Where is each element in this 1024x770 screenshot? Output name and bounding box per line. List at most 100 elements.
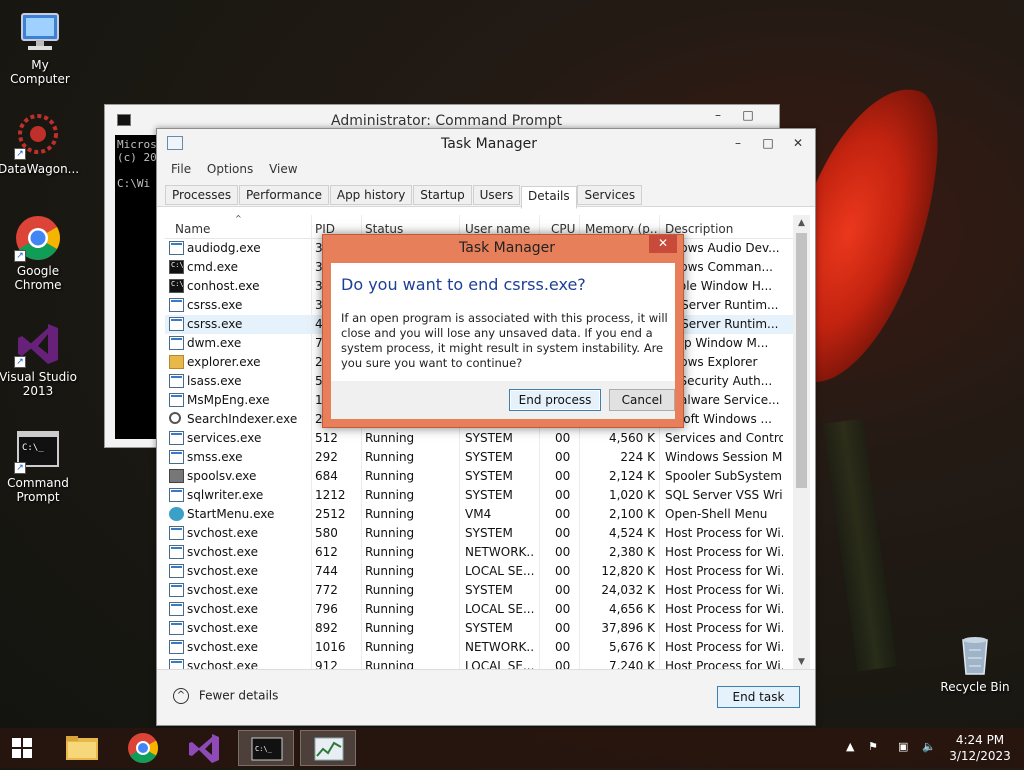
chrome-icon: ↗ [14,214,62,262]
show-hidden-icons[interactable]: ▲ [846,740,854,753]
process-pid: 2512 [315,507,346,521]
tm-minimize-button[interactable]: – [723,133,753,155]
process-name: services.exe [187,431,262,445]
datawagon-icon: ↗ [14,112,62,160]
process-status: Running [365,431,415,445]
desktop-icon-visual-studio[interactable]: ↗ Visual Studio 2013 [0,320,78,398]
process-memory: 5,676 K [608,640,655,654]
end-process-button[interactable]: End process [509,389,601,411]
tm-maximize-button[interactable]: □ [753,133,783,155]
command-prompt-icon: C:\_ [251,737,283,761]
network-icon[interactable]: ▣ [898,740,908,753]
tab-performance[interactable]: Performance [238,185,330,205]
process-cpu: 00 [555,469,571,483]
table-row[interactable]: services.exe 512 Running SYSTEM 00 4,560 K Ser… [165,429,810,448]
process-status: Running [365,488,415,502]
fewer-details-button[interactable]: ^ Fewer details [173,688,278,704]
volume-icon[interactable]: 🔈 [922,740,936,753]
search-process-icon [169,412,181,424]
tab-processes[interactable]: Processes [165,185,239,205]
start-button[interactable] [0,730,56,766]
process-name: StartMenu.exe [187,507,275,521]
tab-startup[interactable]: Startup [413,185,472,205]
process-memory: 4,524 K [608,526,655,540]
dialog-close-button[interactable]: ✕ [649,235,677,253]
process-memory: 4,560 K [608,431,655,445]
table-row[interactable]: svchost.exe 1016 Running NETWORK... 00 5,676 … [165,638,810,657]
desktop-icon-google-chrome[interactable]: ↗ Google Chrome [0,214,78,292]
process-user: LOCAL SE... [465,602,535,616]
table-row[interactable]: StartMenu.exe 2512 Running VM4 00 2,100 K Open… [165,505,810,524]
table-row[interactable]: svchost.exe 744 Running LOCAL SE... 00 12,820… [165,562,810,581]
process-cpu: 00 [555,564,571,578]
clock-time: 4:24 PM [955,733,1005,747]
visual-studio-icon: ↗ [14,320,62,368]
std-process-icon [169,621,184,635]
action-center-flag-icon[interactable]: ⚑ [868,740,878,753]
grid-scrollbar[interactable]: ▲ ▼ [793,215,810,670]
tab-services[interactable]: Services [577,185,643,205]
task-manager-icon [314,737,344,761]
process-description: Windows Session M... [665,450,783,464]
scrollbar-thumb[interactable] [796,233,807,488]
table-row[interactable]: svchost.exe 612 Running NETWORK... 00 2,380 K… [165,543,810,562]
table-row[interactable]: spoolsv.exe 684 Running SYSTEM 00 2,124 K Spoo… [165,467,810,486]
end-task-button[interactable]: End task [717,686,800,708]
process-cpu: 00 [555,488,571,502]
process-user: SYSTEM [465,450,513,464]
std-process-icon [169,336,184,350]
tab-app-history[interactable]: App history [329,185,413,205]
taskbar-chrome[interactable] [115,730,171,766]
tm-tabs: Processes Performance App history Startu… [157,181,815,209]
desktop-icon-command-prompt[interactable]: C:\_ ↗ Command Prompt [0,426,78,504]
desktop-icon-recycle-bin[interactable]: Recycle Bin [935,630,1015,694]
scroll-down-icon[interactable]: ▼ [793,654,810,670]
tm-titlebar[interactable]: Task Manager – □ ✕ [157,129,815,159]
scroll-up-icon[interactable]: ▲ [793,215,810,231]
cmd-maximize-button[interactable]: □ [733,105,763,127]
process-cpu: 00 [555,621,571,635]
console-process-icon [169,260,184,274]
desktop-icon-my-computer[interactable]: My Computer [0,8,80,86]
cancel-button[interactable]: Cancel [609,389,675,411]
column-header-name[interactable]: Name [175,222,210,236]
process-description: Host Process for Wi... [665,583,783,597]
std-process-icon [169,526,184,540]
process-status: Running [365,602,415,616]
taskbar-task-manager[interactable] [300,730,356,766]
tab-details[interactable]: Details [521,186,577,209]
taskbar: C:\_ ▲ ⚑ ▣ 🔈 4:24 PM 3/12/2023 [0,728,1024,768]
desktop-icon-datawagon[interactable]: ↗ DataWagon... [0,112,79,176]
table-row[interactable]: svchost.exe 580 Running SYSTEM 00 4,524 K Host… [165,524,810,543]
table-row[interactable]: smss.exe 292 Running SYSTEM 00 224 K Windows S… [165,448,810,467]
table-row[interactable]: svchost.exe 892 Running SYSTEM 00 37,896 K Hos… [165,619,810,638]
menu-view[interactable]: View [263,159,303,176]
dialog-footer: End process Cancel [331,381,675,419]
process-cpu: 00 [555,640,571,654]
menu-options[interactable]: Options [201,159,259,176]
dialog-question: Do you want to end csrss.exe? [341,275,586,294]
taskbar-file-explorer[interactable] [54,730,110,766]
std-process-icon [169,488,184,502]
process-name: svchost.exe [187,564,258,578]
process-user: VM4 [465,507,492,521]
process-name: cmd.exe [187,260,239,274]
cmd-minimize-button[interactable]: – [703,105,733,127]
taskbar-command-prompt[interactable]: C:\_ [238,730,294,766]
table-row[interactable]: sqlwriter.exe 1212 Running SYSTEM 00 1,020 K S… [165,486,810,505]
tm-title: Task Manager [441,136,538,152]
table-row[interactable]: svchost.exe 796 Running LOCAL SE... 00 4,656 … [165,600,810,619]
process-memory: 37,896 K [601,621,655,635]
end-process-dialog[interactable]: Task Manager ✕ Do you want to end csrss.… [322,234,684,428]
taskbar-visual-studio[interactable] [176,730,232,766]
svg-text:C:\_: C:\_ [255,745,273,753]
process-name: SearchIndexer.exe [187,412,298,426]
table-row[interactable]: svchost.exe 772 Running SYSTEM 00 24,032 K Hos… [165,581,810,600]
menu-file[interactable]: File [165,159,197,176]
dialog-titlebar[interactable]: Task Manager ✕ [323,235,683,261]
tm-close-button[interactable]: ✕ [783,133,813,155]
process-memory: 24,032 K [601,583,655,597]
tab-users[interactable]: Users [472,185,521,205]
process-status: Running [365,469,415,483]
system-clock[interactable]: 4:24 PM 3/12/2023 [940,732,1020,764]
